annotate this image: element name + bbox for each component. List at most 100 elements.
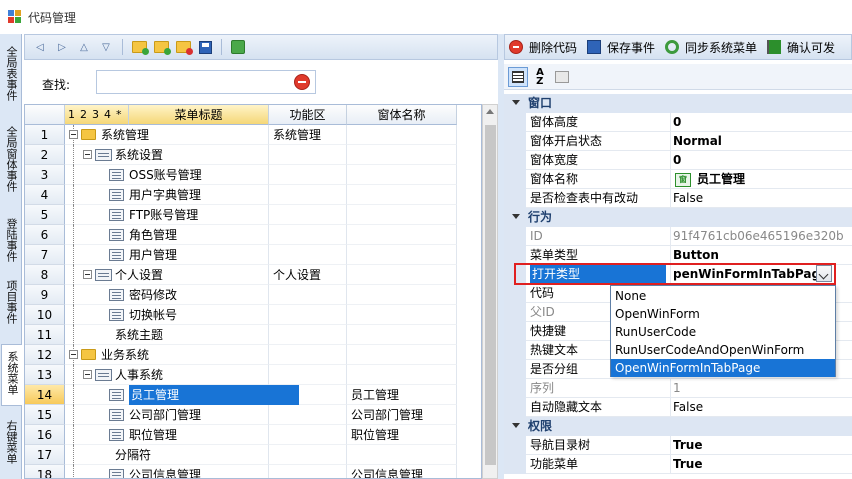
- collapse-icon[interactable]: [512, 423, 520, 428]
- form-name-cell[interactable]: [347, 125, 457, 145]
- area-cell[interactable]: 系统管理: [269, 125, 347, 145]
- alphabetical-view-button[interactable]: AZ: [530, 67, 550, 87]
- form-name-cell[interactable]: [347, 345, 457, 365]
- collapse-icon[interactable]: [83, 270, 92, 279]
- tree-cell[interactable]: 业务系统: [65, 345, 269, 365]
- area-cell[interactable]: [269, 465, 347, 478]
- save-icon[interactable]: [196, 38, 214, 56]
- form-name-cell[interactable]: [347, 305, 457, 325]
- property-window-state[interactable]: 窗体开启状态 Normal: [504, 132, 852, 151]
- delete-code-button[interactable]: 删除代码: [509, 39, 577, 56]
- column-header-area[interactable]: 功能区: [269, 105, 347, 125]
- property-func-menu[interactable]: 功能菜单 True: [504, 455, 852, 474]
- row-number[interactable]: 2: [25, 145, 65, 165]
- row-number[interactable]: 11: [25, 325, 65, 345]
- form-name-cell[interactable]: [347, 225, 457, 245]
- tree-cell[interactable]: 角色管理: [65, 225, 269, 245]
- form-name-cell[interactable]: [347, 165, 457, 185]
- row-number[interactable]: 14: [25, 385, 65, 405]
- option-run-user-code-and-open[interactable]: RunUserCodeAndOpenWinForm: [611, 341, 835, 359]
- tree-cell[interactable]: OSS账号管理: [65, 165, 269, 185]
- categorized-view-button[interactable]: [508, 66, 528, 87]
- tree-cell[interactable]: 用户管理: [65, 245, 269, 265]
- collapse-icon[interactable]: [69, 130, 78, 139]
- category-behavior[interactable]: 行为: [504, 208, 852, 227]
- form-name-cell[interactable]: [347, 185, 457, 205]
- row-number[interactable]: 6: [25, 225, 65, 245]
- tree-cell[interactable]: 人事系统: [65, 365, 269, 385]
- category-permission[interactable]: 权限: [504, 417, 852, 436]
- level-2-button[interactable]: 2: [80, 108, 87, 121]
- search-input[interactable]: [96, 70, 316, 94]
- property-nav-tree[interactable]: 导航目录树 True: [504, 436, 852, 455]
- area-cell[interactable]: [269, 165, 347, 185]
- tree-cell[interactable]: 系统设置: [65, 145, 269, 165]
- form-name-cell[interactable]: [347, 365, 457, 385]
- scroll-thumb[interactable]: [485, 125, 496, 465]
- level-3-button[interactable]: 3: [92, 108, 99, 121]
- area-cell[interactable]: [269, 325, 347, 345]
- row-number[interactable]: 18: [25, 465, 65, 478]
- table-row[interactable]: 9 密码修改: [25, 285, 481, 305]
- level-1-button[interactable]: 1: [68, 108, 75, 121]
- option-open-winform-in-tabpage[interactable]: OpenWinFormInTabPage: [611, 359, 835, 377]
- column-header-title[interactable]: 菜单标题: [129, 105, 269, 125]
- property-order[interactable]: 序列 1: [504, 379, 852, 398]
- row-number[interactable]: 13: [25, 365, 65, 385]
- table-row[interactable]: 13 人事系统: [25, 365, 481, 385]
- form-name-cell[interactable]: [347, 205, 457, 225]
- table-row[interactable]: 3 OSS账号管理: [25, 165, 481, 185]
- vtab-login-events[interactable]: 登陆事件: [1, 212, 21, 266]
- option-none[interactable]: None: [611, 287, 835, 305]
- property-check-changes[interactable]: 是否检查表中有改动 False: [504, 189, 852, 208]
- table-row[interactable]: 16 职位管理 职位管理: [25, 425, 481, 445]
- row-number[interactable]: 16: [25, 425, 65, 445]
- level-all-button[interactable]: *: [116, 108, 122, 121]
- form-name-cell[interactable]: [347, 325, 457, 345]
- option-run-user-code[interactable]: RunUserCode: [611, 323, 835, 341]
- collapse-icon[interactable]: [83, 370, 92, 379]
- form-name-cell[interactable]: 公司部门管理: [347, 405, 457, 425]
- tree-cell[interactable]: 分隔符: [65, 445, 269, 465]
- refresh-icon[interactable]: [229, 38, 247, 56]
- table-row[interactable]: 6 角色管理: [25, 225, 481, 245]
- row-number[interactable]: 15: [25, 405, 65, 425]
- tree-cell[interactable]: 密码修改: [65, 285, 269, 305]
- collapse-icon[interactable]: [512, 100, 520, 105]
- collapse-icon[interactable]: [83, 150, 92, 159]
- move-left-icon[interactable]: ◁: [31, 38, 49, 56]
- row-number[interactable]: 1: [25, 125, 65, 145]
- save-event-button[interactable]: 保存事件: [587, 39, 655, 56]
- property-open-type[interactable]: 打开类型 penWinFormInTabPage: [504, 265, 852, 284]
- area-cell[interactable]: [269, 425, 347, 445]
- category-window[interactable]: 窗口: [504, 94, 852, 113]
- tree-cell[interactable]: 系统主题: [65, 325, 269, 345]
- move-right-icon[interactable]: ▷: [53, 38, 71, 56]
- row-number[interactable]: 5: [25, 205, 65, 225]
- add-folder-icon[interactable]: [130, 38, 149, 56]
- area-cell[interactable]: [269, 225, 347, 245]
- form-name-cell[interactable]: 员工管理: [347, 385, 457, 405]
- area-cell[interactable]: [269, 365, 347, 385]
- add-child-folder-icon[interactable]: [152, 38, 171, 56]
- row-number[interactable]: 12: [25, 345, 65, 365]
- row-number[interactable]: 7: [25, 245, 65, 265]
- row-number[interactable]: 10: [25, 305, 65, 325]
- clear-search-icon[interactable]: [294, 74, 310, 90]
- tree-cell[interactable]: 公司信息管理: [65, 465, 269, 478]
- form-name-cell[interactable]: [347, 145, 457, 165]
- row-number[interactable]: 8: [25, 265, 65, 285]
- property-auto-hide-text[interactable]: 自动隐藏文本 False: [504, 398, 852, 417]
- form-name-cell[interactable]: [347, 265, 457, 285]
- row-number[interactable]: 3: [25, 165, 65, 185]
- move-up-icon[interactable]: △: [75, 38, 93, 56]
- vtab-global-form-events[interactable]: 全局窗体事件: [1, 120, 21, 208]
- area-cell[interactable]: [269, 185, 347, 205]
- vtab-context-menu[interactable]: 右键菜单: [1, 414, 21, 474]
- form-name-cell[interactable]: 公司信息管理: [347, 465, 457, 478]
- tree-cell[interactable]: 个人设置: [65, 265, 269, 285]
- confirm-button[interactable]: 确认可发: [767, 39, 835, 56]
- vtab-system-menu[interactable]: 系统菜单: [1, 344, 22, 406]
- property-window-name[interactable]: 窗体名称 窗员工管理: [504, 170, 852, 189]
- table-row[interactable]: 8 个人设置 个人设置: [25, 265, 481, 285]
